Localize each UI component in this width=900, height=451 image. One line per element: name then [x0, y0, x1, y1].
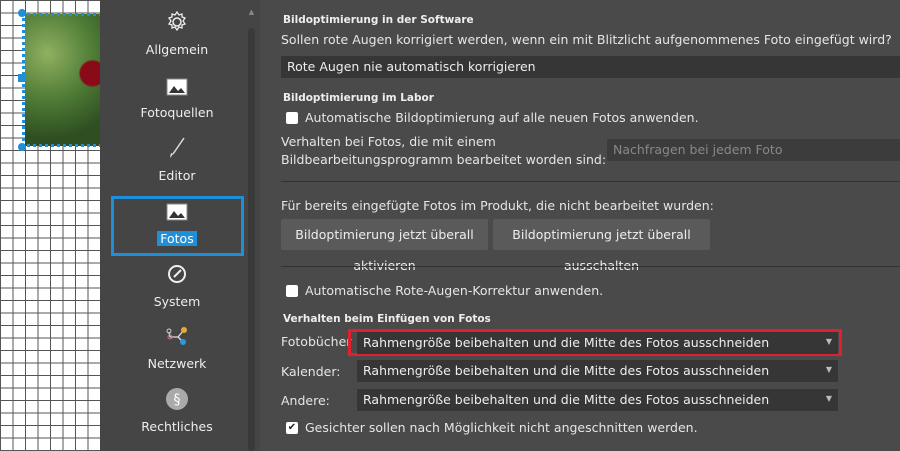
kalender-select[interactable]: Rahmengröße beibehalten und die Mitte de…	[357, 360, 838, 382]
redeye-auto-checkbox[interactable]	[286, 285, 298, 297]
image-icon	[166, 203, 188, 221]
sidebar-item-rechtliches[interactable]: § Rechtliches	[112, 387, 242, 434]
sidebar-item-netzwerk[interactable]: Netzwerk	[112, 324, 242, 371]
svg-text:§: §	[174, 392, 181, 408]
faces-checkbox[interactable]: ✔	[286, 422, 298, 434]
brush-icon	[170, 137, 185, 158]
section-heading: Bildoptimierung im Labor	[283, 92, 434, 104]
checkbox-label: Gesichter sollen nach Möglichkeit nicht …	[305, 420, 698, 435]
sidebar-item-fotos[interactable]: Fotos	[112, 200, 242, 246]
gear-icon	[167, 10, 187, 32]
sidebar-item-editor[interactable]: Editor	[112, 136, 242, 183]
select-value: Rahmengröße beibehalten und die Mitte de…	[363, 392, 770, 407]
activate-optimization-button[interactable]: Bildoptimierung jetzt überall aktivieren	[281, 219, 488, 273]
sidebar-item-label: Fotos	[157, 231, 197, 246]
checkbox-label: Automatische Rote-Augen-Korrektur anwend…	[305, 283, 604, 298]
auto-optimize-checkbox[interactable]	[286, 112, 298, 124]
chevron-down-icon: ▼	[825, 337, 832, 346]
sidebar-item-label: Rechtliches	[141, 419, 213, 434]
section-heading: Verhalten beim Einfügen von Fotos	[283, 313, 491, 325]
kalender-label: Kalender:	[281, 364, 341, 379]
network-icon	[166, 327, 187, 345]
divider	[281, 181, 900, 182]
select-value: Rahmengröße beibehalten und die Mitte de…	[363, 335, 770, 350]
sidebar-item-label: Netzwerk	[147, 356, 207, 371]
sidebar-scrollbar[interactable]: ▲	[245, 8, 258, 451]
sidebar-item-label: Editor	[158, 168, 196, 183]
select-value: Rote Augen nie automatisch korrigieren	[287, 59, 536, 74]
redeye-select[interactable]: Rote Augen nie automatisch korrigieren	[281, 56, 900, 78]
scrollbar-thumb[interactable]	[248, 28, 255, 451]
sidebar-item-label: System	[153, 294, 201, 309]
disable-optimization-button[interactable]: Bildoptimierung jetzt überall ausschalte…	[493, 219, 710, 273]
edited-photos-select[interactable]: Nachfragen bei jedem Foto	[607, 139, 900, 161]
redeye-question: Sollen rote Augen korrigiert werden, wen…	[281, 32, 892, 47]
selection-frame	[22, 13, 102, 147]
section-heading: Bildoptimierung in der Software	[283, 14, 474, 26]
sidebar-item-allgemein[interactable]: Allgemein	[112, 10, 242, 57]
sidebar-item-label: Fotoquellen	[140, 105, 214, 120]
existing-photos-text: Für bereits eingefügte Fotos im Produkt,…	[281, 198, 714, 213]
sidebar-item-system[interactable]: System	[112, 262, 242, 309]
resize-handle[interactable]	[18, 9, 26, 17]
andere-select[interactable]: Rahmengröße beibehalten und die Mitte de…	[357, 389, 838, 411]
chevron-down-icon: ▼	[825, 394, 832, 403]
chevron-down-icon: ▼	[825, 365, 832, 374]
andere-label: Andere:	[281, 393, 330, 408]
select-value: Nachfragen bei jedem Foto	[613, 142, 783, 157]
scroll-up-icon[interactable]: ▲	[245, 8, 258, 16]
sidebar-item-label: Allgemein	[145, 42, 209, 57]
resize-handle[interactable]	[18, 74, 26, 82]
fotobuecher-label: Fotobücher	[281, 334, 352, 349]
divider	[281, 266, 900, 267]
settings-sidebar: Allgemein Fotoquellen Editor Fotos Syste…	[100, 0, 260, 451]
edited-photos-label: Bildbearbeitungsprogramm bearbeitet word…	[281, 152, 607, 167]
resize-handle[interactable]	[18, 143, 26, 151]
gauge-icon	[168, 265, 186, 283]
fotobuecher-select[interactable]: Rahmengröße beibehalten und die Mitte de…	[357, 332, 838, 354]
image-icon	[166, 78, 188, 96]
paragraph-icon: §	[166, 388, 188, 410]
edited-photos-label: Verhalten bei Fotos, die mit einem	[281, 134, 496, 149]
checkbox-label: Automatische Bildoptimierung auf alle ne…	[305, 110, 699, 125]
select-value: Rahmengröße beibehalten und die Mitte de…	[363, 363, 770, 378]
sidebar-item-fotoquellen[interactable]: Fotoquellen	[112, 75, 242, 120]
